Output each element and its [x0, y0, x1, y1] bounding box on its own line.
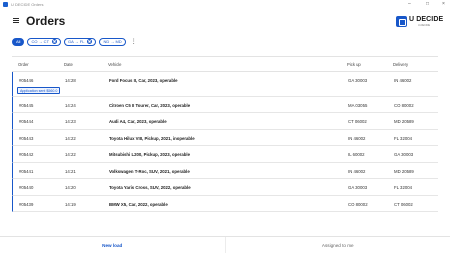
- order-vehicle: Mitsubishi L200, Pickup, 2023, operable: [109, 152, 190, 157]
- hamburger-menu-icon[interactable]: [13, 18, 19, 23]
- order-delivery: CO 80002: [394, 102, 414, 108]
- order-id: #05442: [19, 152, 34, 157]
- order-pickup: GA 30003: [348, 78, 368, 83]
- filter-chip-nd-md[interactable]: ND → MD: [99, 37, 126, 46]
- order-id: #05446: [19, 78, 34, 83]
- order-vehicle: BMW X5, Car, 2022, operable: [109, 201, 168, 207]
- maximize-icon[interactable]: □: [426, 1, 429, 8]
- remove-filter-icon[interactable]: [52, 39, 58, 44]
- order-pickup: CO 80002: [348, 201, 368, 207]
- brand-logo: U DECIDE U-DECIDE: [396, 15, 444, 29]
- order-pickup: MA 03055: [348, 102, 368, 108]
- order-date: 14:19: [65, 201, 76, 207]
- order-delivery: CT 06002: [394, 201, 413, 207]
- orders-table: Order Date Vehicle Pick up Delivery #054…: [12, 56, 438, 212]
- remove-filter-icon[interactable]: [87, 39, 93, 44]
- filter-chip-label: ND → MD: [103, 39, 122, 44]
- filter-chip-co-ct[interactable]: CO → CT: [27, 37, 62, 46]
- order-delivery: MD 20589: [394, 119, 414, 124]
- column-date[interactable]: Date: [64, 62, 73, 67]
- order-date: 14:22: [65, 152, 76, 157]
- order-date: 14:23: [65, 119, 76, 124]
- order-id: #05444: [19, 119, 34, 124]
- app-icon: [3, 2, 8, 7]
- order-date: 14:28: [65, 78, 76, 83]
- order-pickup: IL 60002: [348, 152, 365, 157]
- filter-chip-label: GA → FL: [68, 39, 85, 44]
- table-row[interactable]: #05439 14:19 BMW X5, Car, 2022, operable…: [12, 195, 438, 212]
- order-id: #05441: [19, 168, 34, 174]
- tab-new-load[interactable]: New load: [0, 237, 225, 253]
- filter-chip-label: All: [16, 39, 21, 44]
- order-id: #05439: [19, 201, 34, 207]
- order-id: #05445: [19, 102, 34, 108]
- bottom-tab-bar: New load Assigned to me: [0, 236, 450, 253]
- column-pickup[interactable]: Pick up: [347, 62, 361, 67]
- order-delivery: FL 32004: [394, 135, 412, 141]
- table-row[interactable]: #05442 14:22 Mitsubishi L200, Pickup, 20…: [12, 146, 438, 163]
- column-order[interactable]: Order: [18, 62, 29, 67]
- page-title: Orders: [26, 14, 66, 28]
- logo-subtext: U-DECIDE: [418, 24, 431, 27]
- order-vehicle: Toyota Hilux VIII, Pickup, 2021, inopera…: [109, 135, 195, 141]
- order-delivery: FL 32004: [394, 185, 412, 190]
- logo-text: U DECIDE: [409, 16, 444, 23]
- table-row[interactable]: #05443 14:22 Toyota Hilux VIII, Pickup, …: [12, 129, 438, 146]
- order-vehicle: Citroen C5 II Tourer, Car, 2023, operabl…: [109, 102, 191, 108]
- filter-chip-label: CO → CT: [31, 39, 50, 44]
- order-pickup: IN 46002: [348, 168, 366, 174]
- table-row[interactable]: #05444 14:23 Audi A4, Car, 2023, operabl…: [12, 113, 438, 130]
- table-header: Order Date Vehicle Pick up Delivery: [12, 57, 438, 72]
- order-delivery: IN 46002: [394, 78, 412, 83]
- order-pickup: IN 46002: [348, 135, 366, 141]
- table-row[interactable]: #05440 14:20 Toyota Yaris Cross, SUV, 20…: [12, 179, 438, 196]
- window-titlebar: U DECIDE Orders – □ ×: [0, 0, 450, 9]
- filter-chip-all[interactable]: All: [12, 37, 25, 46]
- column-vehicle[interactable]: Vehicle: [108, 62, 122, 67]
- table-row[interactable]: #05441 14:21 Volkswagen T-Roc, SUV, 2021…: [12, 162, 438, 179]
- order-id: #05440: [19, 185, 34, 190]
- order-vehicle: Audi A4, Car, 2023, operable: [109, 119, 167, 124]
- order-id: #05443: [19, 135, 34, 141]
- table-row[interactable]: #05446 14:28 Ford Focus II, Car, 2023, o…: [12, 72, 438, 97]
- logo-mark-icon: [396, 16, 407, 27]
- minimize-icon[interactable]: –: [408, 1, 411, 8]
- column-delivery[interactable]: Delivery: [393, 62, 408, 67]
- more-options-icon[interactable]: ⋮: [131, 38, 137, 46]
- order-date: 14:21: [65, 168, 76, 174]
- application-sent-badge: Application sent $560.0: [17, 87, 61, 94]
- order-pickup: CT 06002: [348, 119, 367, 124]
- table-row[interactable]: #05445 14:24 Citroen C5 II Tourer, Car, …: [12, 96, 438, 113]
- order-delivery: MD 20589: [394, 168, 414, 174]
- order-date: 14:20: [65, 185, 76, 190]
- close-icon[interactable]: ×: [442, 1, 445, 8]
- filter-bar: All CO → CT GA → FL ND → MD ⋮: [12, 37, 137, 46]
- order-vehicle: Volkswagen T-Roc, SUV, 2021, operable: [109, 168, 190, 174]
- order-delivery: GA 30003: [394, 152, 414, 157]
- order-vehicle: Ford Focus II, Car, 2023, operable: [109, 78, 178, 83]
- order-date: 14:24: [65, 102, 76, 108]
- order-pickup: GA 30003: [348, 185, 368, 190]
- order-date: 14:22: [65, 135, 76, 141]
- tab-assigned-to-me[interactable]: Assigned to me: [224, 237, 450, 253]
- filter-chip-ga-fl[interactable]: GA → FL: [64, 37, 97, 46]
- window-title: U DECIDE Orders: [11, 2, 44, 7]
- order-vehicle: Toyota Yaris Cross, SUV, 2022, operable: [109, 185, 191, 190]
